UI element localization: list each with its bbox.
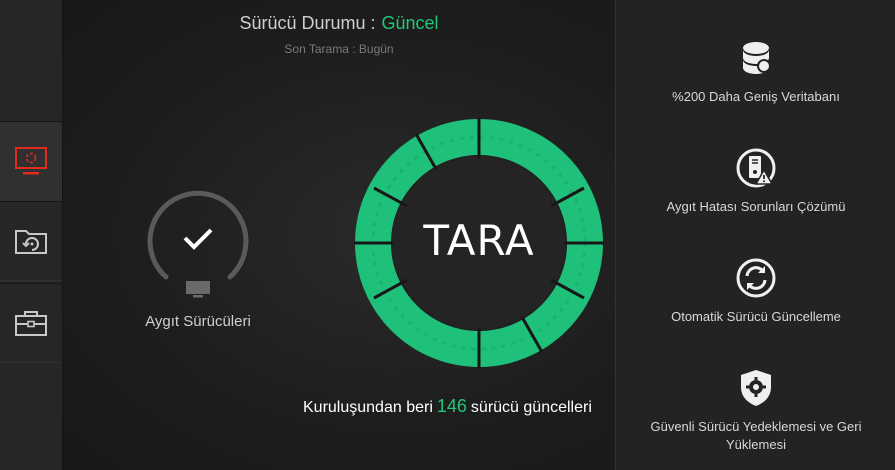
monitor-icon	[186, 281, 210, 298]
main-area: Sürücü Durumu : Güncel Son Tarama : Bugün…	[63, 0, 615, 470]
driver-status: Sürücü Durumu : Güncel	[63, 13, 615, 34]
feature-label: Aygıt Hatası Sorunları Çözümü	[666, 199, 846, 214]
status-value: Güncel	[381, 13, 439, 33]
nav-item-drivers[interactable]	[0, 121, 62, 201]
update-count: 146	[436, 396, 467, 416]
feature-device-error: Aygıt Hatası Sorunları Çözümü	[616, 148, 895, 216]
feature-label: Güvenli Sürücü Yedeklemesi ve Geri Yükle…	[650, 419, 862, 452]
toolbox-icon	[15, 311, 47, 336]
refresh-icon	[736, 258, 776, 298]
feature-database: %200 Daha Geniş Veritabanı	[616, 38, 895, 106]
drivers-gauge	[147, 190, 249, 298]
feature-auto-update: Otomatik Sürücü Güncelleme	[616, 258, 895, 326]
shield-gear-icon	[741, 370, 771, 406]
last-scan: Son Tarama : Bugün	[284, 42, 394, 56]
update-summary: Kuruluşundan beri 146 sürücü güncelleri	[303, 396, 592, 417]
monitor-scan-icon	[15, 147, 47, 175]
feature-label: %200 Daha Geniş Veritabanı	[672, 89, 840, 104]
summary-prefix: Kuruluşundan beri	[303, 399, 433, 416]
nav-item-restore[interactable]	[0, 201, 62, 281]
status-label: Sürücü Durumu :	[239, 13, 376, 33]
device-warning-icon	[736, 148, 776, 188]
gauge-label: Aygıt Sürücüleri	[145, 313, 251, 330]
nav-item-tools[interactable]	[0, 283, 62, 363]
folder-restore-icon	[15, 230, 47, 254]
check-icon	[183, 228, 213, 250]
sidebar	[0, 0, 63, 470]
features-panel: %200 Daha Geniş Veritabanı Aygıt Hatası …	[615, 0, 895, 470]
feature-backup-restore: Güvenli Sürücü Yedeklemesi ve Geri Yükle…	[616, 368, 895, 454]
summary-suffix: sürücü güncelleri	[470, 399, 592, 416]
feature-label: Otomatik Sürücü Güncelleme	[671, 309, 841, 324]
scan-button-label[interactable]: TARA	[354, 216, 604, 265]
database-icon	[743, 42, 771, 74]
